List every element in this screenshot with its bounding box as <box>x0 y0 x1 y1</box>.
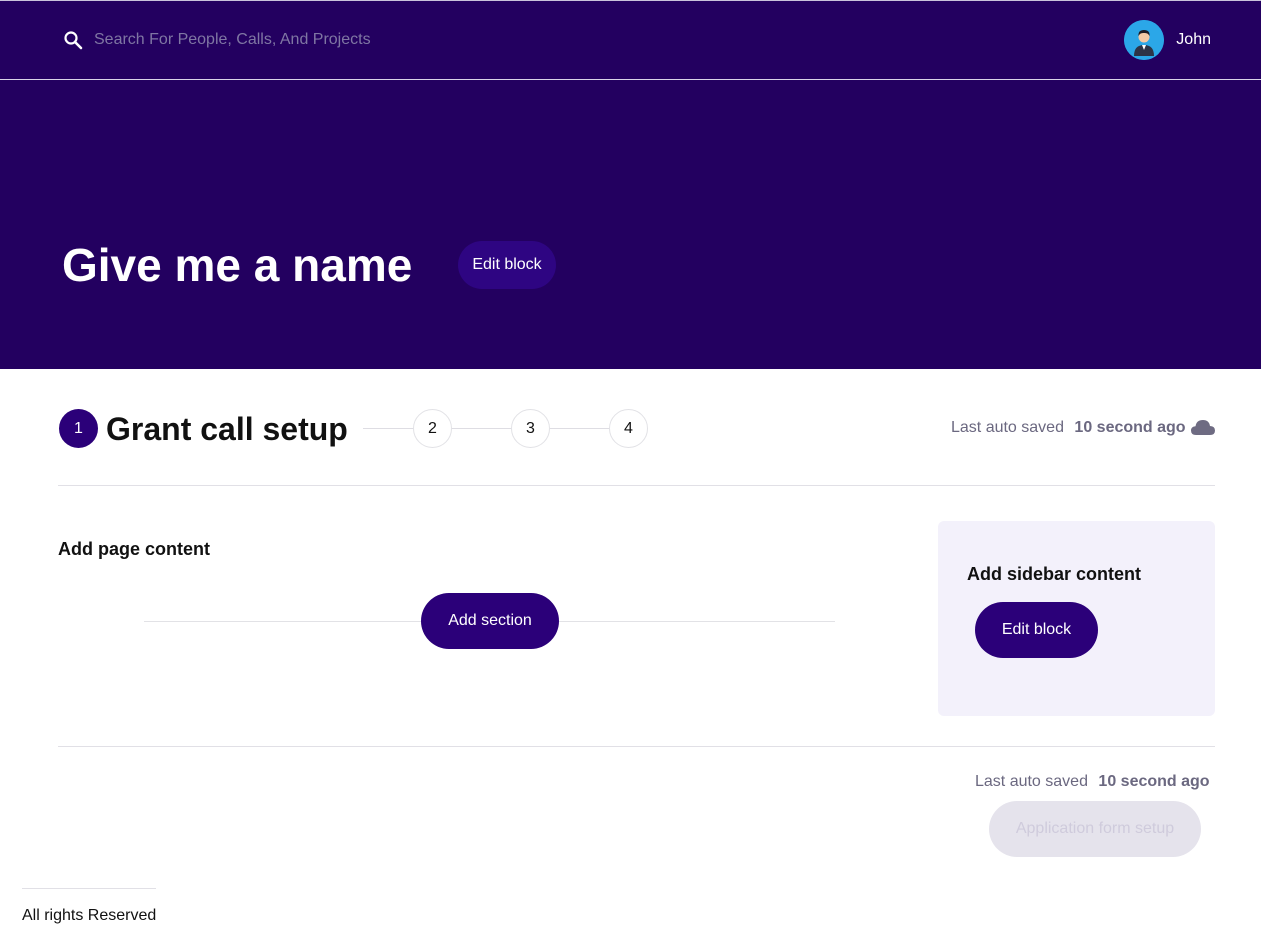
autosave-time: 10 second ago <box>1074 419 1186 436</box>
step-connector <box>452 428 511 429</box>
autosave-status-bottom: Last auto saved 10 second ago <box>975 773 1210 791</box>
cloud-icon <box>1191 420 1215 435</box>
autosave-label: Last auto saved <box>975 773 1088 790</box>
section-divider <box>58 485 1215 486</box>
footer-copyright: All rights Reserved <box>22 907 157 924</box>
step-connector <box>363 428 413 429</box>
search-input[interactable] <box>94 28 494 52</box>
page-title: Give me a name <box>62 239 413 291</box>
sidebar-content-panel: Add sidebar content Edit block <box>938 521 1215 716</box>
step-2-indicator[interactable]: 2 <box>413 409 452 448</box>
sidebar-content-heading: Add sidebar content <box>967 564 1142 584</box>
hero-banner: Give me a name Edit block <box>0 80 1261 369</box>
step-progress: 1 Grant call setup 2 3 4 <box>59 409 659 448</box>
step-3-indicator[interactable]: 3 <box>511 409 550 448</box>
sidebar-edit-block-button[interactable]: Edit block <box>975 602 1098 658</box>
step-title: Grant call setup <box>106 411 348 447</box>
step-connector <box>550 428 609 429</box>
autosave-label: Last auto saved <box>951 419 1064 436</box>
section-divider <box>58 746 1215 747</box>
search-icon[interactable] <box>63 30 83 50</box>
application-form-setup-button[interactable]: Application form setup <box>989 801 1201 857</box>
step-4-indicator[interactable]: 4 <box>609 409 648 448</box>
avatar-person-icon <box>1124 20 1165 60</box>
user-name[interactable]: John <box>1176 31 1211 49</box>
top-navigation-bar: John <box>0 0 1261 80</box>
add-section-button[interactable]: Add section <box>421 593 559 649</box>
footer-divider <box>22 888 156 889</box>
hero-edit-block-button[interactable]: Edit block <box>458 241 556 289</box>
autosave-time: 10 second ago <box>1098 773 1210 790</box>
user-avatar[interactable] <box>1124 20 1165 60</box>
autosave-status-top: Last auto saved 10 second ago <box>951 419 1186 437</box>
user-menu[interactable]: John <box>1124 20 1211 60</box>
page-content-heading: Add page content <box>58 539 210 559</box>
step-1-indicator[interactable]: 1 <box>59 409 98 448</box>
